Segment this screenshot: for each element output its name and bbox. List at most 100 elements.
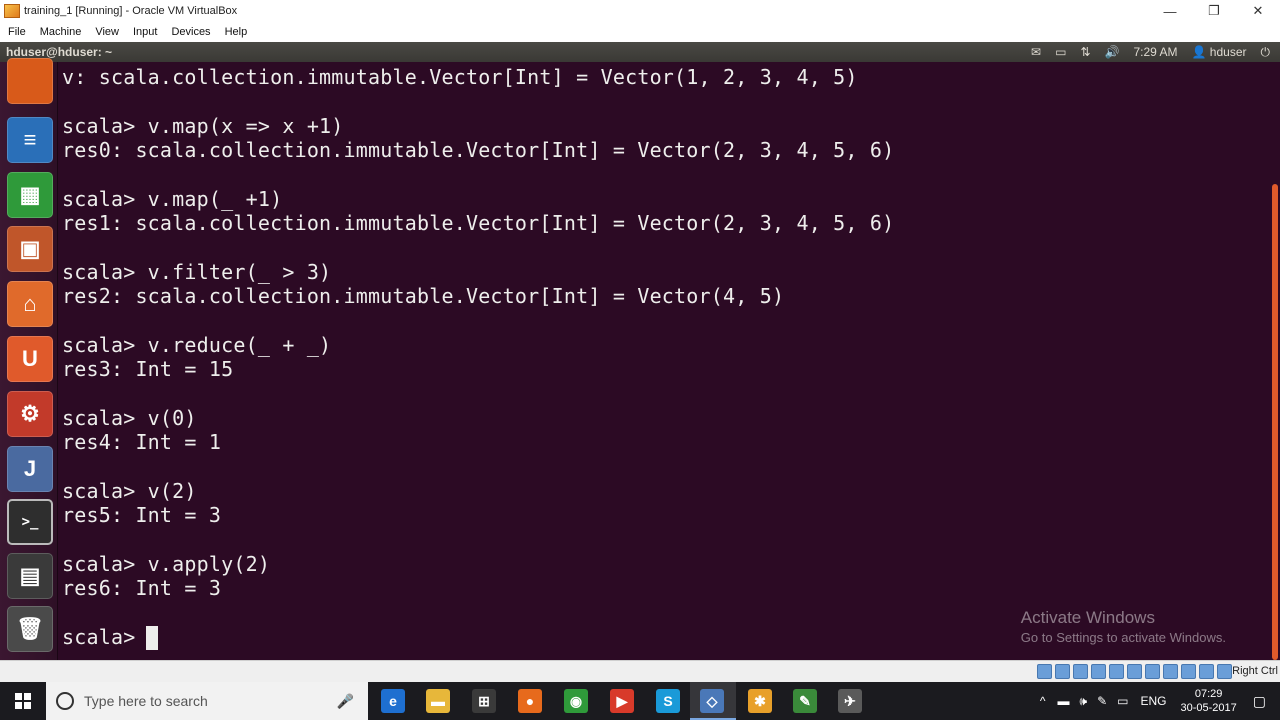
unity-launcher: ≡ ▦ ▣ ⌂ U ⚙ J >_ ▤ 🗑 — [0, 58, 58, 660]
terminal-line: scala> v.reduce(_ + _) — [62, 332, 332, 357]
terminal-line: scala> v(0) — [62, 405, 197, 430]
taskbar-tool-icon[interactable]: ✈ — [838, 689, 862, 713]
tray-keyboard-icon[interactable]: ▭ — [1117, 694, 1128, 708]
menu-help[interactable]: Help — [225, 26, 248, 38]
panel-clock[interactable]: 7:29 AM — [1133, 45, 1177, 59]
restore-button[interactable]: ❐ — [1192, 0, 1236, 22]
close-button[interactable]: ✕ — [1236, 0, 1280, 22]
menu-view[interactable]: View — [95, 26, 119, 38]
microphone-icon[interactable]: 🎤 — [337, 693, 354, 710]
terminal-icon[interactable]: >_ — [7, 499, 53, 545]
ubuntu-one-icon[interactable]: U — [7, 336, 53, 382]
calc-icon[interactable]: ▦ — [7, 172, 53, 218]
windows-logo-icon — [15, 693, 31, 709]
terminal-cursor — [146, 626, 159, 651]
tray-battery-icon[interactable]: ▬ — [1058, 694, 1070, 708]
start-button[interactable] — [0, 682, 46, 720]
ubuntu-top-panel: hduser@hduser: ~ ✉ ▭ ⇅ 🔊 7:29 AM 👤 hduse… — [0, 42, 1280, 62]
display-icon[interactable] — [1145, 664, 1160, 679]
impress-icon[interactable]: ▣ — [7, 226, 53, 272]
terminal-line: res2: scala.collection.immutable.Vector[… — [62, 284, 785, 309]
host-key-label: Right Ctrl — [1232, 665, 1278, 677]
activate-windows-watermark: Activate Windows Go to Settings to activ… — [1021, 608, 1226, 645]
taskbar-file-explorer-icon[interactable]: ▬ — [426, 689, 450, 713]
trash-icon[interactable]: 🗑 — [7, 606, 53, 652]
clock-date: 30-05-2017 — [1180, 702, 1237, 714]
clock-time: 07:29 — [1194, 688, 1223, 700]
writer-icon[interactable]: ≡ — [7, 117, 53, 163]
menu-input[interactable]: Input — [133, 26, 157, 38]
hard-disk-icon[interactable] — [1037, 664, 1052, 679]
tray-volume-icon[interactable]: 🕪 — [1080, 694, 1088, 709]
mail-icon[interactable]: ✉ — [1031, 45, 1041, 59]
workspace-switcher-icon[interactable]: ▤ — [7, 553, 53, 599]
video-capture-icon[interactable] — [1163, 664, 1178, 679]
taskbar-clock[interactable]: 07:29 30-05-2017 — [1180, 687, 1236, 715]
virtualbox-app-icon — [4, 4, 20, 18]
notification-center-icon[interactable]: ▢ — [1253, 693, 1266, 710]
network-adapter-icon[interactable] — [1091, 664, 1106, 679]
firefox-icon[interactable] — [7, 58, 53, 104]
terminal-line: scala> v.apply(2) — [62, 552, 271, 576]
taskbar-app-red-icon[interactable]: ▶ — [610, 689, 634, 713]
terminal-line: v: scala.collection.immutable.Vector[Int… — [62, 65, 858, 89]
terminal-line: res4: Int = 1 — [62, 430, 222, 455]
volume-icon[interactable]: 🔊 — [1105, 45, 1120, 59]
menu-machine[interactable]: Machine — [40, 26, 82, 38]
menu-devices[interactable]: Devices — [171, 26, 210, 38]
user-icon: 👤 — [1191, 45, 1207, 59]
system-tray: ^ ▬ 🕪 ✎ ▭ ENG 07:29 30-05-2017 ▢ — [1040, 682, 1280, 720]
user-menu[interactable]: 👤 hduser — [1192, 45, 1247, 59]
taskbar-edge-icon[interactable]: e — [381, 689, 405, 713]
vbox-statusbar: Right Ctrl — [0, 660, 1280, 682]
terminal-scrollbar[interactable] — [1270, 62, 1280, 660]
menu-bar: File Machine View Input Devices Help — [0, 22, 1280, 42]
cpu-icon[interactable] — [1181, 664, 1196, 679]
taskbar-flower-app-icon[interactable]: ✱ — [748, 689, 772, 713]
scrollbar-thumb[interactable] — [1272, 184, 1278, 660]
terminal-line: res6: Int = 3 — [62, 576, 222, 601]
terminal-line: scala> v.map(x => x +1) — [62, 113, 344, 138]
panel-indicators: ✉ ▭ ⇅ 🔊 7:29 AM 👤 hduser ⏻ — [1031, 42, 1270, 62]
system-settings-icon[interactable]: ⚙ — [7, 391, 53, 437]
mouse-integration-icon[interactable] — [1199, 664, 1214, 679]
taskbar-notepad-icon[interactable]: ✎ — [793, 689, 817, 713]
terminal-line: scala> — [62, 625, 148, 650]
shared-folders-icon[interactable] — [1127, 664, 1142, 679]
software-center-icon[interactable]: ⌂ — [7, 281, 53, 327]
watermark-subtitle: Go to Settings to activate Windows. — [1020, 630, 1226, 645]
intellij-icon[interactable]: J — [7, 446, 53, 492]
terminal-line: scala> v.filter(_ > 3) — [62, 259, 332, 284]
network-icon[interactable]: ⇅ — [1080, 45, 1090, 59]
optical-drive-icon[interactable] — [1055, 664, 1070, 679]
terminal-line: res5: Int = 3 — [62, 503, 222, 528]
keyboard-icon[interactable] — [1217, 664, 1232, 679]
audio-icon[interactable] — [1073, 664, 1088, 679]
taskbar-search-box[interactable]: Type here to search 🎤 — [46, 682, 368, 720]
terminal-line: scala> v(2) — [62, 478, 197, 503]
tray-pen-icon[interactable]: ✎ — [1097, 694, 1107, 708]
cortana-icon — [56, 692, 74, 710]
terminal-line: res0: scala.collection.immutable.Vector[… — [62, 138, 895, 163]
taskbar-virtualbox-icon[interactable]: ◇ — [700, 689, 724, 713]
menu-file[interactable]: File — [8, 26, 26, 38]
taskbar-chrome-icon[interactable]: ◉ — [564, 689, 588, 713]
windows-taskbar: Type here to search 🎤 e ▬ ⊞ ● ◉ ▶ S ◇ ✱ ✎ ✈ ^ ▬ 🕪 … — [0, 682, 1280, 720]
terminal-output[interactable]: v: scala.collection.immutable.Vector[Int… — [58, 62, 1270, 660]
taskbar-skype-icon[interactable]: S — [656, 689, 680, 713]
battery-icon[interactable]: ▭ — [1055, 45, 1066, 59]
window-titlebar: training_1 [Running] - Oracle VM Virtual… — [0, 0, 1280, 22]
terminal-line: res1: scala.collection.immutable.Vector[… — [62, 211, 895, 236]
taskbar-store-icon[interactable]: ⊞ — [472, 689, 496, 713]
window-title: training_1 [Running] - Oracle VM Virtual… — [24, 5, 238, 17]
language-indicator[interactable]: ENG — [1140, 694, 1166, 708]
minimize-button[interactable]: — — [1148, 0, 1192, 22]
usb-icon[interactable] — [1109, 664, 1124, 679]
show-hidden-icons[interactable]: ^ — [1040, 694, 1046, 708]
taskbar-firefox-icon[interactable]: ● — [518, 689, 542, 713]
power-icon[interactable]: ⏻ — [1261, 45, 1271, 60]
panel-window-title: hduser@hduser: ~ — [6, 45, 113, 59]
status-icons — [1037, 664, 1232, 679]
search-placeholder: Type here to search — [84, 693, 208, 709]
user-name: hduser — [1209, 45, 1247, 59]
